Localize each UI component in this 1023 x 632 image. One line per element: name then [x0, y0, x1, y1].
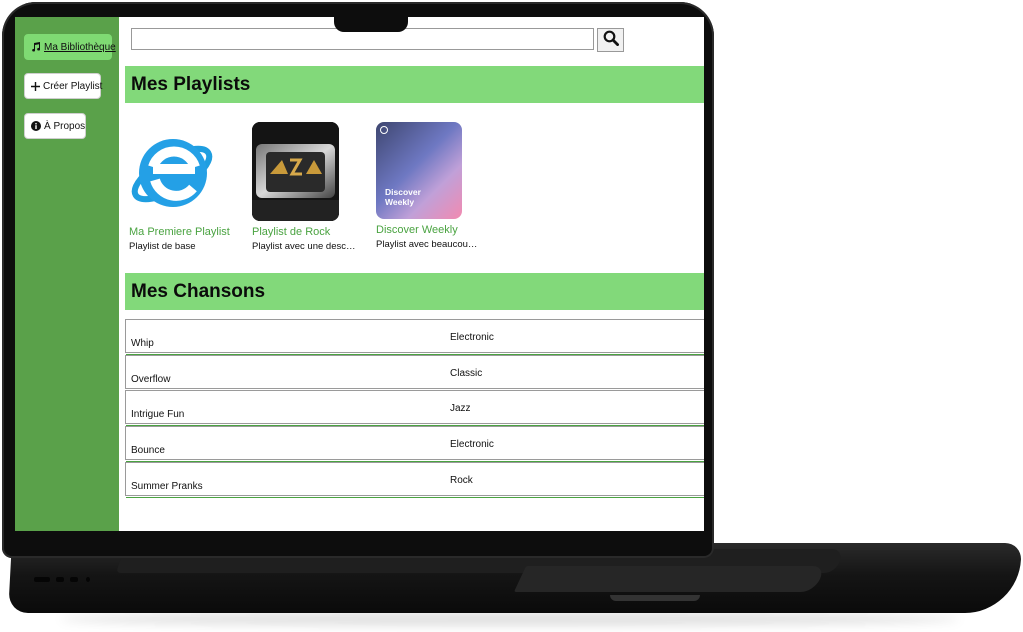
spotify-icon	[380, 126, 388, 134]
usb-port	[70, 577, 78, 582]
song-row[interactable]: Whip Electronic	[125, 319, 704, 355]
song-genre: Classic	[450, 368, 483, 379]
playlist-card[interactable]: Discover Weekly Discover Weekly Playlist…	[376, 122, 516, 257]
song-row[interactable]: Overflow Classic	[125, 355, 704, 391]
sidebar-item-label: Ma Bibliothèque	[44, 41, 116, 53]
song-row[interactable]: Bounce Electronic	[125, 426, 704, 462]
playlist-description: Playlist avec beaucoup de chansons	[376, 239, 482, 250]
sidebar: Ma Bibliothèque Créer Playlist À Propos	[15, 17, 119, 531]
sidebar-item-library[interactable]: Ma Bibliothèque	[24, 34, 116, 60]
song-genre: Electronic	[450, 439, 494, 450]
songs-header: Mes Chansons	[125, 273, 704, 310]
sidebar-item-about[interactable]: À Propos	[24, 113, 86, 139]
playlist-name: Ma Premiere Playlist	[129, 226, 230, 238]
playlist-description: Playlist avec une description	[252, 241, 358, 252]
camera-notch	[334, 12, 408, 32]
acdc-cover	[252, 122, 339, 221]
songs-title: Mes Chansons	[131, 280, 266, 302]
plus-icon	[31, 81, 40, 92]
song-genre: Jazz	[450, 403, 471, 414]
playlist-name: Discover Weekly	[376, 224, 458, 236]
usb-port	[34, 577, 50, 582]
cover-text: Discover Weekly	[385, 187, 421, 207]
sidebar-item-label: Créer Playlist	[43, 80, 103, 92]
ie-logo-cover	[129, 122, 217, 222]
song-row[interactable]: Summer Pranks Rock	[125, 462, 704, 498]
search-button[interactable]	[597, 28, 624, 52]
song-genre: Electronic	[450, 332, 494, 343]
laptop-mockup: Ma Bibliothèque Créer Playlist À Propos	[0, 0, 1023, 632]
app-screen: Ma Bibliothèque Créer Playlist À Propos	[15, 17, 704, 531]
playlists-title: Mes Playlists	[131, 73, 251, 95]
song-genre: Rock	[450, 475, 473, 486]
front-notch	[610, 595, 700, 601]
playlist-name: Playlist de Rock	[252, 226, 331, 238]
song-row[interactable]: Intrigue Fun Jazz	[125, 390, 704, 426]
trackpad	[513, 566, 827, 592]
discover-weekly-cover: Discover Weekly	[376, 122, 462, 219]
usb-port	[56, 577, 64, 582]
sidebar-item-create-playlist[interactable]: Créer Playlist	[24, 73, 103, 99]
playlist-description: Playlist de base	[129, 241, 196, 252]
song-title: Whip	[131, 338, 154, 349]
song-title: Summer Pranks	[131, 481, 203, 492]
song-title: Overflow	[131, 374, 171, 385]
audio-port	[86, 577, 90, 582]
info-icon	[31, 121, 41, 132]
song-title: Intrigue Fun	[131, 409, 185, 420]
laptop-shadow	[60, 612, 960, 626]
playlist-card[interactable]: Playlist de Rock Playlist avec une descr…	[252, 122, 392, 257]
sidebar-item-label: À Propos	[44, 120, 86, 132]
song-title: Bounce	[131, 445, 165, 456]
playlist-card[interactable]: Ma Premiere Playlist Playlist de base	[129, 122, 269, 257]
music-note-icon	[31, 42, 41, 53]
search-icon	[603, 30, 619, 51]
playlists-header: Mes Playlists	[125, 66, 704, 103]
